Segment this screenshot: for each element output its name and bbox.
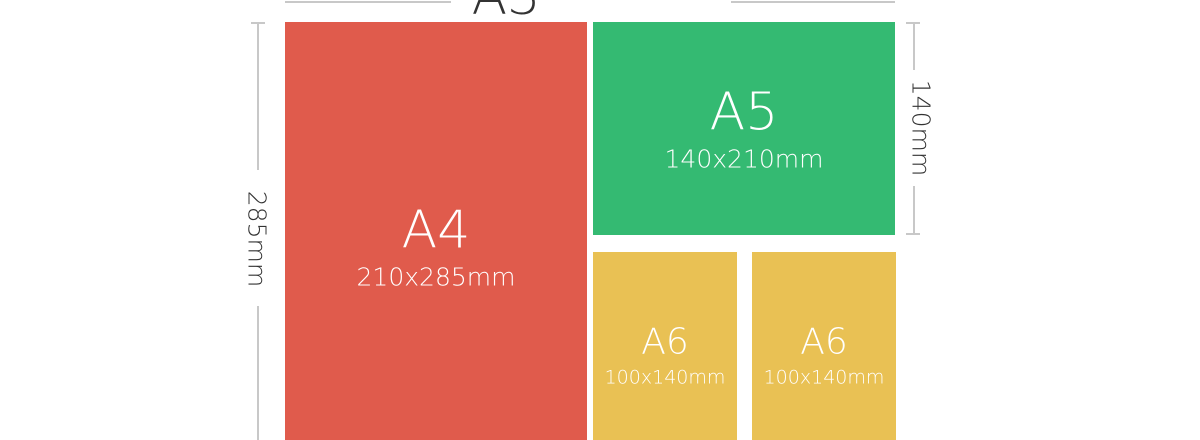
a4-name: A4	[401, 200, 471, 261]
paper-size-diagram: A3 285mm 140mm A4 210x285mm A5 140x210mm…	[0, 0, 1200, 440]
a6-left-name: A6	[641, 321, 689, 363]
right-dimension-line-bottom	[913, 186, 915, 235]
right-dimension-tick-bottom	[906, 233, 920, 235]
left-dimension-line-top	[257, 22, 259, 170]
right-dimension-line-top	[913, 22, 915, 70]
a5-name: A5	[709, 82, 779, 142]
a6-right-dimensions: 100x140mm	[763, 366, 885, 389]
a6-left-dimensions: 100x140mm	[604, 366, 726, 389]
top-dimension-line-left	[285, 1, 451, 3]
left-dimension-line-bottom	[257, 306, 259, 440]
top-dimension-line-right	[731, 1, 895, 3]
a4-sheet: A4 210x285mm	[285, 22, 587, 440]
a5-dimensions: 140x210mm	[664, 144, 824, 173]
a6-sheet-left: A6 100x140mm	[593, 252, 737, 440]
a4-dimensions: 210x285mm	[356, 262, 516, 292]
height-label-285mm: 285mm	[242, 190, 272, 288]
a6-sheet-right: A6 100x140mm	[752, 252, 896, 440]
height-label-140mm: 140mm	[906, 79, 936, 177]
a5-sheet: A5 140x210mm	[593, 22, 895, 235]
a6-right-name: A6	[800, 321, 848, 363]
